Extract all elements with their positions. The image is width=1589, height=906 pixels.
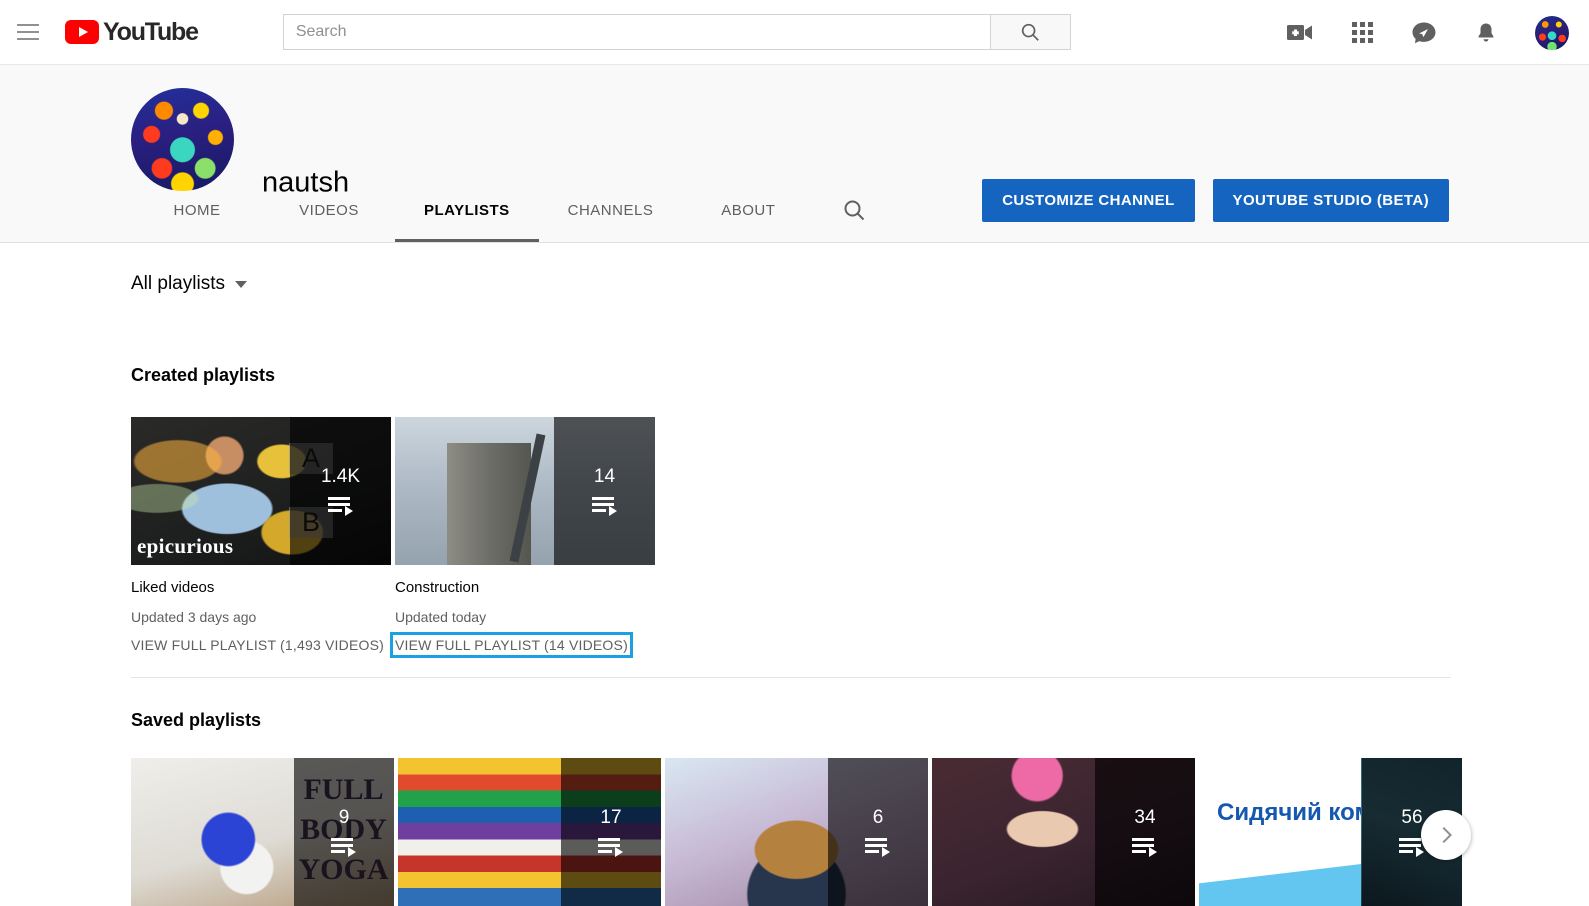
playlist-video-count: 56	[1401, 807, 1422, 829]
created-playlists-title: Created playlists	[131, 365, 275, 386]
apps-grid-dots	[1352, 22, 1373, 43]
playlist-title[interactable]: Liked videos	[131, 579, 391, 596]
playlist-count-overlay: 34	[1095, 758, 1195, 906]
playlist-count-overlay: 6	[828, 758, 928, 906]
chevron-right-icon	[1435, 824, 1457, 846]
playlist-video-count: 14	[594, 466, 615, 488]
channel-action-buttons: CUSTOMIZE CHANNEL YOUTUBE STUDIO (BETA)	[982, 179, 1449, 222]
youtube-logo[interactable]: YouTube	[65, 18, 198, 47]
playlist-stack-icon	[865, 837, 891, 857]
account-avatar[interactable]	[1535, 16, 1569, 50]
youtube-studio-button[interactable]: YOUTUBE STUDIO (BETA)	[1213, 179, 1449, 222]
search-input[interactable]	[283, 14, 990, 50]
playlist-card-liked-videos[interactable]: A B epicurious 1.4K Liked videos Updated…	[131, 417, 391, 655]
masthead: YouTube	[0, 0, 1589, 65]
search-icon	[1019, 21, 1041, 43]
tab-home[interactable]: HOME	[131, 178, 263, 242]
search-bar	[283, 14, 1071, 50]
playlist-video-count: 17	[600, 807, 621, 829]
playlist-count-overlay: 9	[294, 758, 394, 906]
playlist-thumbnail[interactable]: 34	[932, 758, 1195, 906]
hamburger-icon[interactable]	[17, 19, 43, 45]
playlist-thumbnail[interactable]: 6	[665, 758, 928, 906]
masthead-right-icons	[1287, 0, 1569, 65]
tab-playlists[interactable]: PLAYLISTS	[395, 178, 539, 242]
create-video-icon[interactable]	[1287, 20, 1313, 46]
thumbnail-brand-text: epicurious	[137, 534, 233, 559]
apps-grid-icon[interactable]	[1349, 20, 1375, 46]
channel-search-button[interactable]	[814, 178, 894, 242]
created-playlists-shelf: A B epicurious 1.4K Liked videos Updated…	[131, 417, 655, 655]
view-full-playlist-link[interactable]: VIEW FULL PLAYLIST (14 VIDEOS)	[395, 637, 628, 653]
messages-icon[interactable]	[1411, 20, 1437, 46]
youtube-play-icon	[65, 20, 99, 44]
playlist-stack-icon	[598, 837, 624, 857]
saved-playlists-next-button[interactable]	[1421, 810, 1471, 860]
playlist-video-count: 9	[339, 807, 350, 829]
playlist-card-construction[interactable]: 14 Construction Updated today VIEW FULL …	[395, 417, 655, 655]
playlist-stack-icon	[592, 496, 618, 516]
channel-avatar[interactable]	[131, 88, 234, 191]
playlist-count-overlay: 1.4K	[290, 417, 391, 565]
section-divider	[131, 677, 1451, 678]
all-playlists-filter[interactable]: All playlists	[131, 273, 247, 295]
playlist-count-overlay: 14	[554, 417, 655, 565]
filter-label: All playlists	[131, 273, 225, 295]
tab-videos[interactable]: VIDEOS	[263, 178, 395, 242]
playlist-stack-icon	[331, 837, 357, 857]
channel-header: nautsh CUSTOMIZE CHANNEL YOUTUBE STUDIO …	[0, 65, 1589, 243]
youtube-logo-text: YouTube	[103, 18, 198, 47]
saved-playlists-shelf: FULL BODY YOGA 9 17 6	[131, 758, 1462, 906]
tab-about[interactable]: ABOUT	[682, 178, 814, 242]
playlist-card-yoga[interactable]: FULL BODY YOGA 9	[131, 758, 394, 906]
search-icon	[842, 198, 866, 222]
saved-playlists-title: Saved playlists	[131, 710, 261, 731]
playlist-thumbnail[interactable]: 17	[398, 758, 661, 906]
playlist-title[interactable]: Construction	[395, 579, 655, 596]
tab-channels[interactable]: CHANNELS	[539, 178, 683, 242]
playlist-thumbnail[interactable]: A B epicurious 1.4K	[131, 417, 391, 565]
playlist-card-dog[interactable]: 6	[665, 758, 928, 906]
chevron-down-icon	[235, 281, 247, 288]
playlist-thumbnail[interactable]: FULL BODY YOGA 9	[131, 758, 394, 906]
playlist-updated: Updated 3 days ago	[131, 609, 391, 625]
playlist-card-girl[interactable]: 34	[932, 758, 1195, 906]
playlist-thumbnail[interactable]: 14	[395, 417, 655, 565]
playlist-video-count: 34	[1134, 807, 1155, 829]
playlist-stack-icon	[328, 496, 354, 516]
customize-channel-button[interactable]: CUSTOMIZE CHANNEL	[982, 179, 1194, 222]
playlist-stack-icon	[1132, 837, 1158, 857]
view-full-playlist-link[interactable]: VIEW FULL PLAYLIST (1,493 VIDEOS)	[131, 637, 384, 653]
channel-tabs: HOME VIDEOS PLAYLISTS CHANNELS ABOUT	[131, 178, 894, 242]
playlist-card-paints[interactable]: 17	[398, 758, 661, 906]
playlist-video-count: 1.4K	[321, 466, 360, 488]
search-submit-button[interactable]	[990, 14, 1071, 50]
playlist-video-count: 6	[873, 807, 884, 829]
notifications-bell-icon[interactable]	[1473, 20, 1499, 46]
playlist-count-overlay: 17	[561, 758, 661, 906]
playlist-updated: Updated today	[395, 609, 655, 625]
